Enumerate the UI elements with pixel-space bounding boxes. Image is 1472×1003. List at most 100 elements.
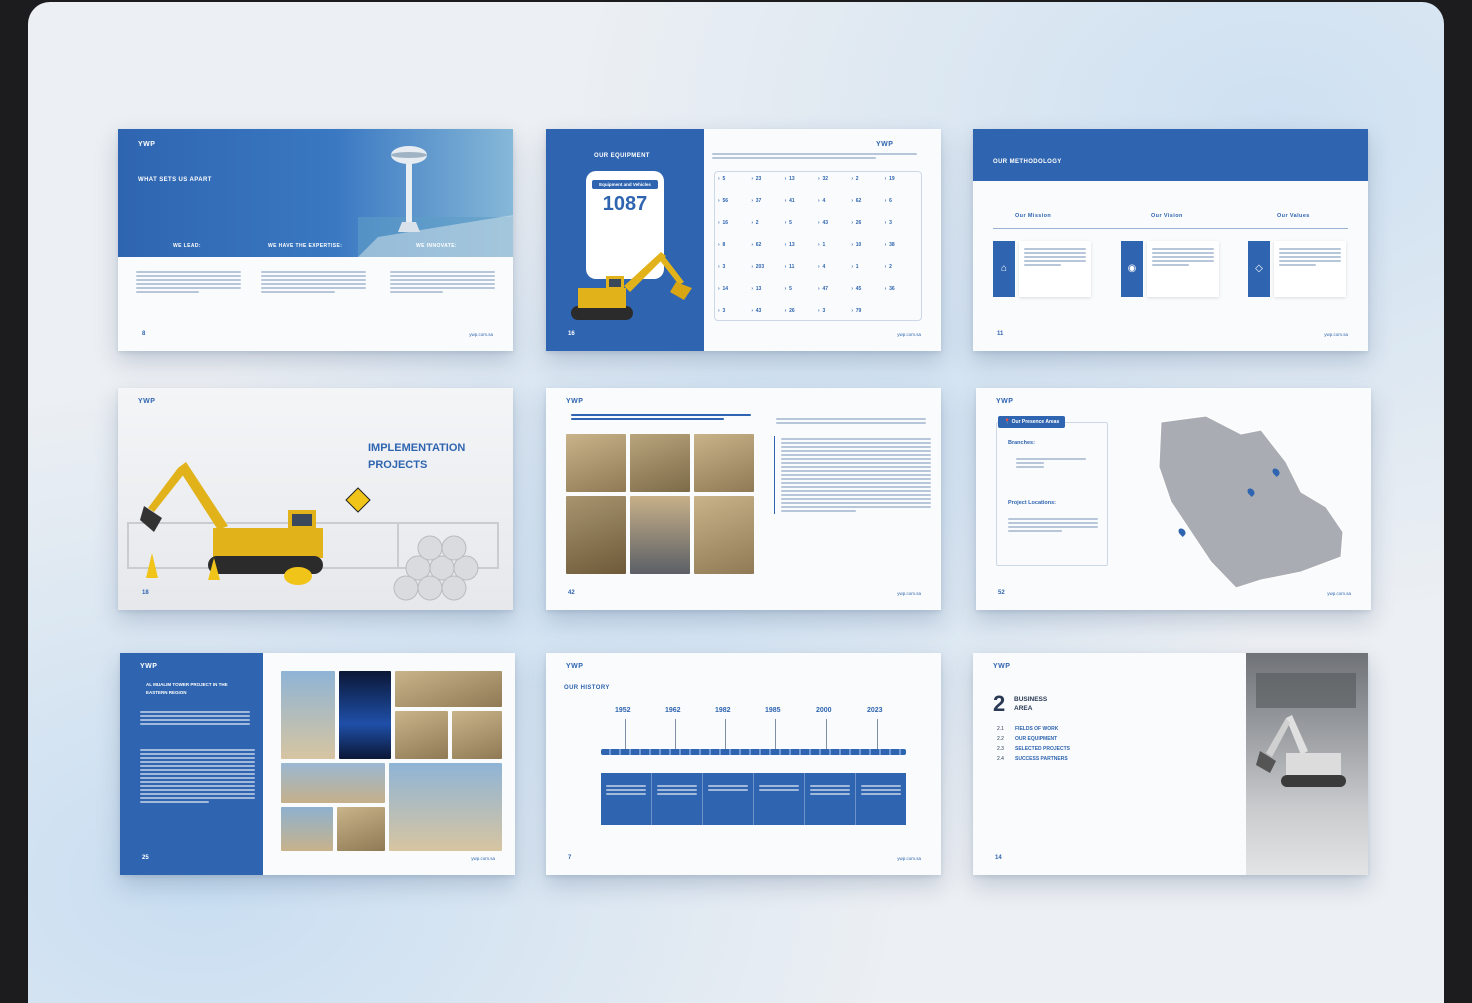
title-line-1: BUSINESS (1014, 696, 1048, 703)
page-number: 7 (568, 855, 572, 861)
slide-what-sets-us-apart[interactable]: YWP WHAT SETS US APART WE LEAD: WE HAVE … (118, 129, 513, 351)
intro-text (712, 151, 917, 161)
footer-url: ywp.com.sa (471, 856, 495, 861)
photo-worksite (694, 496, 754, 574)
equipment-cell: › 1 (817, 242, 826, 248)
equipment-cell: › 56 (718, 198, 729, 204)
equipment-cell: › 11 (784, 264, 795, 270)
equipment-cell: › 3 (718, 264, 726, 270)
excavator-illustration (571, 252, 692, 320)
year-connector (877, 719, 878, 749)
col-heading-innovate: WE INNOVATE: (416, 243, 458, 249)
slide-business-area[interactable]: YWP 2 BUSINESS AREA 2.1 FIELDS OF WORK 2.… (973, 653, 1368, 875)
equipment-cell: › 2 (851, 176, 859, 182)
text-column-1 (136, 269, 241, 295)
photo-tower-seaside (389, 763, 502, 851)
toc-item[interactable]: 2.2 OUR EQUIPMENT (997, 736, 1057, 742)
history-card (652, 773, 703, 825)
slide-al-mualim-tower[interactable]: YWP AL MUALIM TOWER PROJECT IN THE EASTE… (120, 653, 515, 875)
photo-pipeline (694, 434, 754, 492)
equipment-cell: › 26 (851, 220, 862, 226)
toc-item[interactable]: 2.4 SUCCESS PARTNERS (997, 756, 1068, 762)
history-card (805, 773, 856, 825)
page-number: 42 (568, 590, 575, 596)
slide-our-equipment[interactable]: OUR EQUIPMENT Equipment and Vehicles 108… (546, 129, 941, 351)
footer-url: ywp.com.sa (897, 332, 921, 337)
history-card (703, 773, 754, 825)
page-number: 16 (568, 331, 575, 337)
equipment-cell: › 4 (817, 198, 826, 204)
vision-card (1147, 241, 1219, 297)
equipment-cell: › 19 (884, 176, 895, 182)
photo-excavation-1 (566, 434, 626, 492)
project-meta (776, 416, 926, 426)
equipment-cell: › 13 (784, 242, 795, 248)
equipment-cell: › 37 (751, 198, 762, 204)
photo-tower-day (281, 671, 335, 759)
mission-card (1019, 241, 1091, 297)
equipment-cell: › 203 (751, 264, 765, 270)
project-heading: AL MUALIM TOWER PROJECT IN THE EASTERN R… (146, 681, 228, 697)
footer-url: ywp.com.sa (1327, 591, 1351, 596)
equipment-cell: › 47 (817, 286, 828, 292)
equipment-cell: › 3 (884, 220, 892, 226)
history-card (856, 773, 906, 825)
equipment-cell: › 16 (718, 220, 729, 226)
equipment-cell: › 36 (884, 286, 895, 292)
brand-logo: YWP (138, 141, 156, 148)
toc-item[interactable]: 2.1 FIELDS OF WORK (997, 726, 1058, 732)
slide-our-methodology[interactable]: OUR METHODOLOGY Our Mission Our Vision O… (973, 129, 1368, 351)
equipment-cell: › 5 (718, 176, 726, 182)
excavator-photo (1246, 653, 1368, 875)
card-value: 1087 (602, 193, 648, 215)
photo-shore-1 (281, 807, 333, 851)
slide-presence-areas[interactable]: YWP 📍 Our Presence Areas Branches: Proje… (976, 388, 1371, 610)
history-year: 1962 (665, 707, 681, 714)
slide-heading: OUR HISTORY (564, 685, 610, 691)
history-card (601, 773, 652, 825)
photo-site-1 (395, 711, 448, 759)
year-connector (675, 719, 676, 749)
brand-logo: YWP (566, 398, 584, 405)
page-number: 11 (997, 331, 1004, 337)
heading-line-1: AL MUALIM TOWER PROJECT IN THE (146, 682, 228, 687)
equipment-cell: › 2 (751, 220, 759, 226)
footer-url: ywp.com.sa (1324, 332, 1348, 337)
equipment-cell: › 3 (817, 308, 826, 314)
footer-url: ywp.com.sa (897, 591, 921, 596)
equipment-grid: › 5 › 23 › 13 › 32 › 2 › 19 › 56 › 37 › … (714, 171, 922, 321)
equipment-cell: › 41 (784, 198, 795, 204)
footer-url: ywp.com.sa (469, 332, 493, 337)
project-details-list (774, 436, 931, 514)
slide-water-project[interactable]: YWP 42 ywp.com.sa (546, 388, 941, 610)
page-number: 8 (142, 331, 146, 337)
equipment-cell: › 43 (817, 220, 828, 226)
equipment-cell: › 4 (817, 264, 826, 270)
photo-shore-2 (337, 807, 385, 851)
equipment-cell: › 5 (784, 220, 792, 226)
equipment-cell: › 13 (784, 176, 795, 182)
history-card (754, 773, 805, 825)
history-year: 1985 (765, 707, 781, 714)
title-line-2: AREA (1014, 705, 1033, 712)
history-year: 2023 (867, 707, 883, 714)
slide-implementation-projects[interactable]: YWP IMPLEMENTATION PROJECTS 18 (118, 388, 513, 610)
photo-site-2 (452, 711, 502, 759)
photo-tower-night (339, 671, 391, 759)
equipment-cell: › 79 (851, 308, 862, 314)
slide-heading: WHAT SETS US APART (138, 177, 212, 183)
brand-logo: YWP (876, 141, 894, 148)
equipment-cell: › 2 (884, 264, 892, 270)
history-year: 2000 (816, 707, 832, 714)
equipment-cell: › 1 (851, 264, 859, 270)
equipment-cell: › 45 (851, 286, 862, 292)
construction-scene-illustration (127, 462, 499, 601)
toc-item[interactable]: 2.3 SELECTED PROJECTS (997, 746, 1070, 752)
year-connector (625, 719, 626, 749)
photo-coast (281, 763, 385, 803)
year-connector (826, 719, 827, 749)
footer-url: ywp.com.sa (897, 856, 921, 861)
slide-our-history[interactable]: YWP OUR HISTORY 1952 1962 1982 1985 2000… (546, 653, 941, 875)
page-number: 25 (142, 855, 149, 861)
equipment-cell: › 8 (718, 242, 726, 248)
